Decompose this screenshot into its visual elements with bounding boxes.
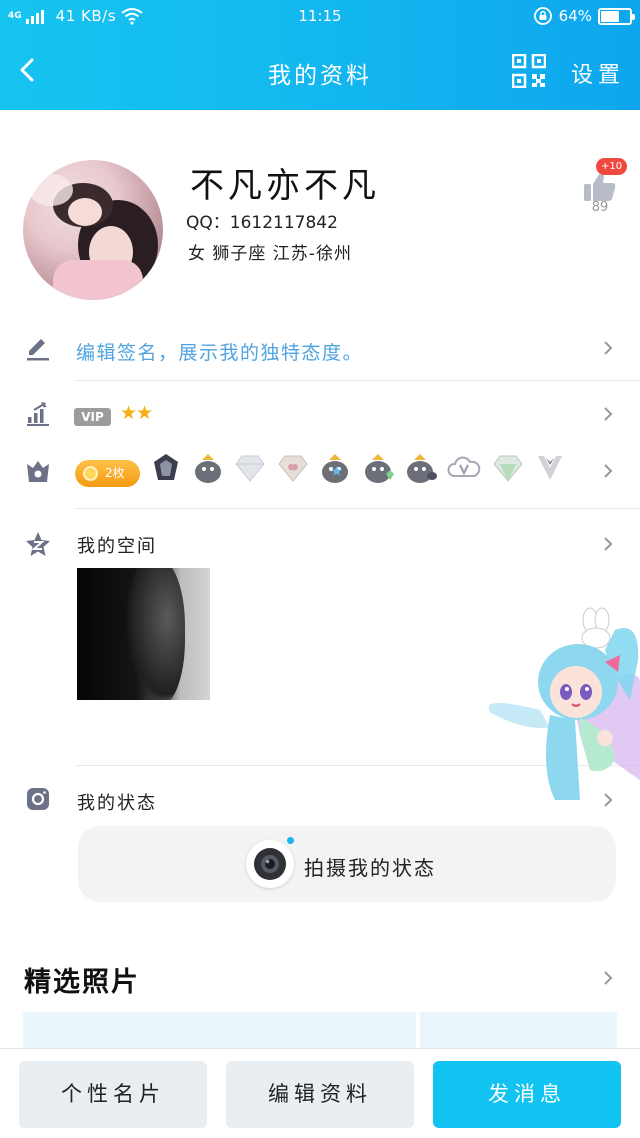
cloud-v-badge-icon — [447, 456, 481, 477]
bottom-action-bar: 个性名片 编辑资料 发消息 — [0, 1048, 640, 1138]
rotation-lock-icon — [533, 7, 552, 25]
like-count: 89 — [591, 200, 609, 215]
profile-screen: 4G 41 KB/s 11:15 64% 我的资料 设置 不凡亦不凡 QQ：16… — [0, 0, 640, 1138]
status-right: 64% — [533, 6, 635, 26]
back-icon[interactable] — [12, 54, 44, 86]
divider — [76, 765, 640, 766]
pencil-icon — [27, 339, 49, 361]
edit-profile-button[interactable]: 编辑资料 — [226, 1061, 414, 1128]
divider — [76, 508, 640, 509]
chevron-right-icon — [604, 537, 613, 551]
qq-number: QQ：1612117842 — [186, 213, 338, 233]
penguin-gem-badge-icon — [365, 454, 394, 483]
user-info: 女 狮子座 江苏-徐州 — [188, 244, 352, 264]
dark-crown-badge-icon — [154, 454, 178, 480]
battery-icon — [598, 7, 635, 25]
space-title: 我的空间 — [77, 536, 157, 557]
status-bar: 4G 41 KB/s 11:15 64% — [0, 0, 640, 34]
instagram-camera-icon — [27, 788, 49, 810]
like-increment-badge: +10 — [596, 158, 628, 175]
camera-icon — [246, 837, 294, 888]
header: 4G 41 KB/s 11:15 64% 我的资料 设置 — [0, 0, 640, 110]
medals-row[interactable]: 2枚 — [0, 446, 640, 500]
qr-code-icon[interactable] — [512, 54, 546, 88]
status-row[interactable]: 我的状态 — [0, 767, 640, 823]
status-title: 我的状态 — [77, 793, 157, 814]
chevron-right-icon — [604, 971, 613, 985]
chevron-right-icon — [604, 341, 613, 355]
qzone-star-icon — [26, 532, 50, 556]
green-diamond-badge-icon — [493, 455, 523, 482]
medal-count-pill: 2枚 — [75, 460, 140, 487]
heart-diamond-badge-icon — [278, 455, 308, 482]
settings-button[interactable]: 设置 — [571, 57, 625, 89]
medal-count: 2枚 — [105, 466, 125, 480]
penguin-badge-icon — [195, 454, 221, 483]
avatar[interactable] — [23, 160, 163, 300]
signature-row[interactable]: 编辑签名，展示我的独特态度。 — [0, 318, 640, 380]
level-up-icon — [27, 402, 49, 426]
capture-status-label: 拍摄我的状态 — [304, 856, 436, 880]
penguin-star-badge-icon — [322, 454, 348, 483]
nickname: 不凡亦不凡 — [190, 166, 380, 206]
new-status-dot — [287, 837, 294, 844]
battery-percent: 64% — [558, 7, 592, 25]
signature-placeholder: 编辑签名，展示我的独特态度。 — [76, 342, 364, 364]
suit-badge-icon — [538, 456, 562, 480]
space-photo-thumbnail[interactable] — [77, 568, 210, 700]
capture-status-button[interactable]: 拍摄我的状态 — [78, 826, 616, 902]
vip-badge: VIP — [74, 408, 111, 426]
avatar-photo — [29, 174, 158, 300]
like-button[interactable]: +10 89 — [582, 158, 628, 216]
vip-row[interactable]: VIP ★★ — [0, 384, 640, 444]
penguin-bird-badge-icon — [407, 454, 437, 483]
chevron-right-icon — [604, 793, 613, 807]
profile-card-button[interactable]: 个性名片 — [19, 1061, 207, 1128]
send-message-button[interactable]: 发消息 — [433, 1061, 621, 1128]
chevron-right-icon — [604, 407, 613, 421]
chevron-right-icon — [604, 464, 613, 478]
diamond-badge-icon — [235, 455, 265, 482]
vip-stars: ★★ — [120, 402, 153, 424]
medal-icon — [27, 461, 49, 482]
photos-title: 精选照片 — [24, 967, 140, 998]
nav-bar: 我的资料 设置 — [0, 34, 640, 110]
profile-header: 不凡亦不凡 QQ：1612117842 女 狮子座 江苏-徐州 +10 89 — [0, 110, 640, 318]
divider — [76, 380, 640, 381]
